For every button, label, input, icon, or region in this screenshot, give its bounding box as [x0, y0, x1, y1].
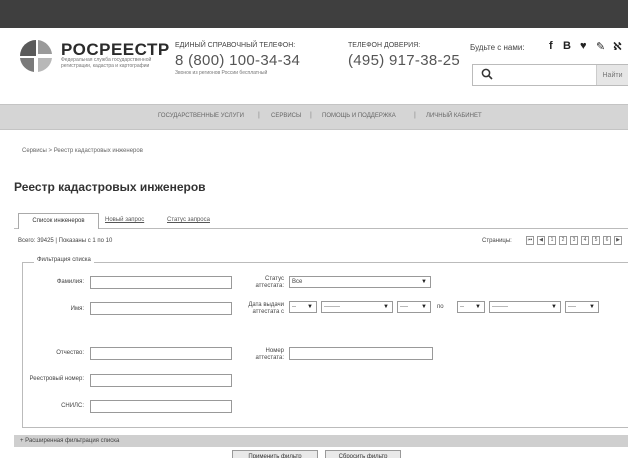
nav-item-help[interactable]: ПОМОЩЬ И ПОДДЕРЖКА	[322, 113, 396, 119]
pager-next[interactable]: ▶	[614, 236, 622, 245]
date-to-year-select[interactable]: ---- ▼	[565, 301, 599, 313]
date-from-day-select[interactable]: -- ▼	[289, 301, 317, 313]
tabs-underline	[14, 228, 628, 229]
main-nav	[0, 104, 628, 130]
search-button[interactable]: Найти	[596, 65, 628, 85]
registry-number-input[interactable]	[90, 374, 232, 387]
chevron-down-icon: ▼	[589, 304, 595, 310]
tab-request-status[interactable]: Статус запроса	[167, 217, 210, 223]
search-input[interactable]	[497, 66, 592, 84]
nav-item-gov-services[interactable]: ГОСУДАРСТВЕННЫЕ УСЛУГИ	[158, 113, 244, 119]
patronymic-input[interactable]	[90, 347, 232, 360]
results-total: Всего: 39425 | Показаны с 1 по 10	[18, 238, 113, 244]
status-label: Статус аттестата:	[255, 276, 284, 289]
chevron-down-icon: ▼	[551, 304, 557, 310]
chevron-down-icon: ▼	[475, 304, 481, 310]
pager-page-6[interactable]: 6	[603, 236, 611, 245]
reset-filter-button[interactable]: Сбросить фильтр	[325, 450, 401, 458]
vk-icon[interactable]: В	[563, 40, 571, 52]
nav-item-services[interactable]: СЕРВИСЫ	[271, 113, 301, 119]
pager-page-5[interactable]: 5	[592, 236, 600, 245]
date-to-day-select[interactable]: -- ▼	[457, 301, 485, 313]
social-label: Будьте с нами:	[470, 43, 525, 52]
logo-subtitle: Федеральная служба государственной регис…	[61, 57, 152, 69]
date-from-year-select[interactable]: ---- ▼	[397, 301, 431, 313]
registry-number-label: Реестровый номер:	[29, 376, 84, 382]
date-from-month-select[interactable]: -------- ▼	[321, 301, 393, 313]
trust-line-number: (495) 917-38-25	[348, 52, 461, 69]
breadcrumb[interactable]: Сервисы > Реестр кадастровых инженеров	[22, 148, 143, 154]
cert-number-label: Номер аттестата:	[255, 348, 284, 361]
tab-new-request[interactable]: Новый запрос	[105, 217, 144, 223]
livejournal-icon[interactable]: ℵ	[613, 40, 622, 53]
pager-page-3[interactable]: 3	[570, 236, 578, 245]
patronymic-label: Отчество:	[56, 350, 84, 356]
nav-separator: |	[310, 112, 312, 119]
facebook-icon[interactable]: f	[549, 40, 553, 52]
date-to-month-select[interactable]: -------- ▼	[489, 301, 561, 313]
snils-label: СНИЛС:	[61, 403, 84, 409]
nav-separator: |	[258, 112, 260, 119]
status-value: Все	[292, 279, 303, 285]
pager-page-4[interactable]: 4	[581, 236, 589, 245]
surname-label: Фамилия:	[56, 279, 84, 285]
chevron-down-icon: ▼	[421, 304, 427, 310]
rosreestr-logo-icon[interactable]	[18, 38, 54, 74]
apply-filter-button[interactable]: Применить фильтр	[232, 450, 318, 458]
chevron-down-icon: ▼	[307, 304, 313, 310]
name-label: Имя:	[70, 306, 84, 312]
issue-date-label: Дата выдачи аттестата с	[248, 302, 284, 315]
page-title: Реестр кадастровых инженеров	[14, 180, 206, 194]
hotline-note: Звонок из регионов России бесплатный	[175, 70, 268, 76]
pager-page-2[interactable]: 2	[559, 236, 567, 245]
search-icon	[481, 68, 493, 80]
snils-input[interactable]	[90, 400, 232, 413]
pager-page-1[interactable]: 1	[548, 236, 556, 245]
name-input[interactable]	[90, 302, 232, 315]
nav-separator: |	[414, 112, 416, 119]
pages-label: Страницы:	[482, 238, 512, 244]
odnoklassniki-icon[interactable]: ✎	[596, 40, 605, 53]
tab-engineers-list[interactable]: Список инженеров	[18, 213, 99, 229]
status-select[interactable]: Все ▼	[289, 276, 431, 288]
filter-legend: Фильтрация списка	[34, 257, 94, 263]
chevron-down-icon: ▼	[383, 304, 389, 310]
hotline-label: ЕДИНЫЙ СПРАВОЧНЫЙ ТЕЛЕФОН:	[175, 42, 296, 49]
trust-line-label: ТЕЛЕФОН ДОВЕРИЯ:	[348, 42, 421, 49]
pager-first[interactable]: ⏮	[526, 236, 534, 245]
extended-filter-toggle[interactable]: + Расширенная фильтрация списка	[14, 435, 628, 447]
top-bar	[0, 0, 628, 28]
date-to-label: по	[437, 304, 444, 310]
pager-prev[interactable]: ◀	[537, 236, 545, 245]
cert-number-input[interactable]	[289, 347, 433, 360]
nav-item-cabinet[interactable]: ЛИЧНЫЙ КАБИНЕТ	[426, 113, 482, 119]
hotline-number: 8 (800) 100-34-34	[175, 52, 301, 69]
surname-input[interactable]	[90, 276, 232, 289]
twitter-icon[interactable]: ♥	[580, 40, 587, 52]
chevron-down-icon: ▼	[421, 279, 427, 285]
